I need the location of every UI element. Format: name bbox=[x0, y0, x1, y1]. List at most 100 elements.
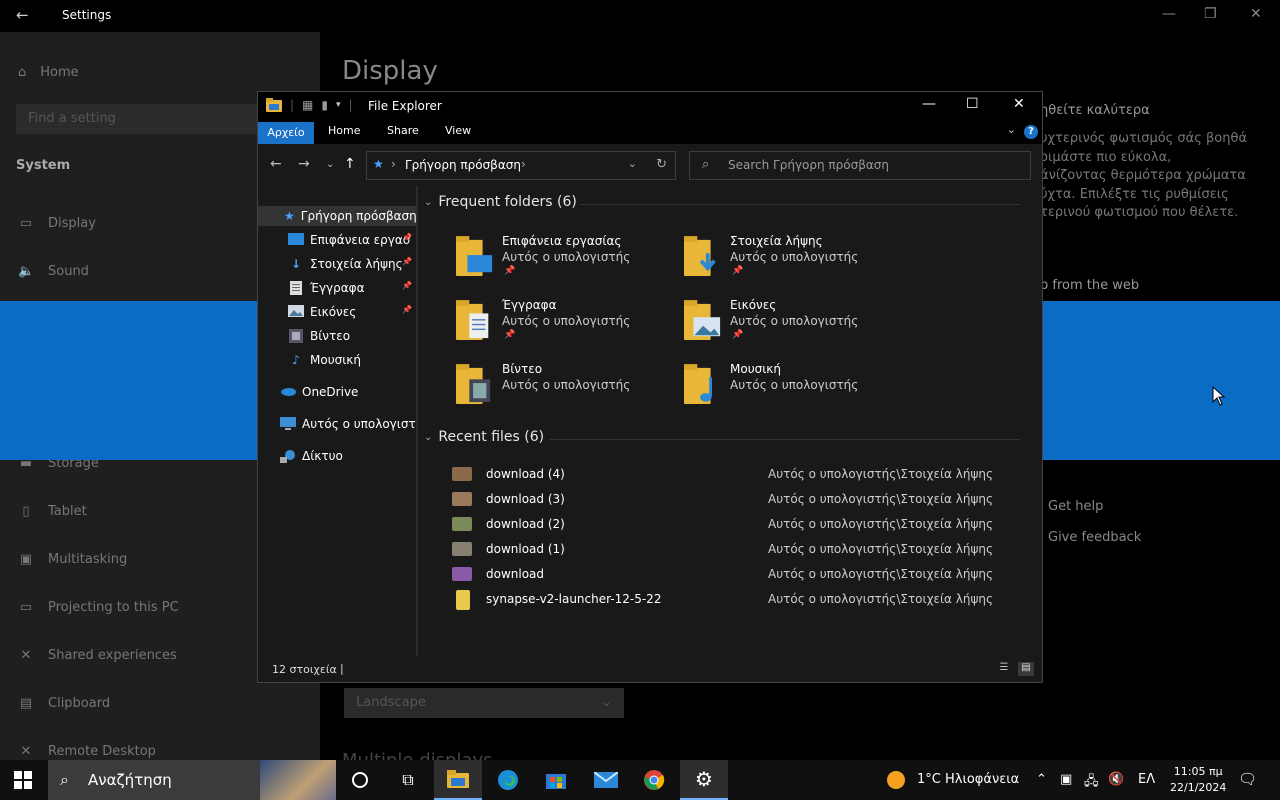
frequent-folder-tile[interactable]: Μουσική Αυτός ο υπολογιστής bbox=[684, 360, 894, 412]
search-box[interactable]: ⌕ bbox=[689, 151, 1031, 180]
file-explorer-taskbar-icon[interactable] bbox=[434, 760, 482, 800]
recent-file-row[interactable]: download (4) Αυτός ο υπολογιστής\Στοιχεία… bbox=[450, 464, 1010, 486]
settings-nav-clipboard[interactable]: ▤ Clipboard bbox=[18, 696, 110, 711]
tab-view[interactable]: View bbox=[445, 124, 471, 137]
status-separator: | bbox=[340, 662, 344, 675]
forward-arrow-icon[interactable]: → bbox=[298, 156, 310, 172]
recent-file-path: Αυτός ο υπολογιστής\Στοιχεία λήψης bbox=[768, 467, 994, 481]
navigation-pane-scrollbar[interactable] bbox=[416, 186, 418, 656]
frequent-folder-tile[interactable]: Στοιχεία λήψης Αυτός ο υπολογιστής 📌 bbox=[684, 232, 894, 284]
frequent-folder-tile[interactable]: Βίντεο Αυτός ο υπολογιστής bbox=[456, 360, 666, 412]
settings-home-link[interactable]: ⌂ Home bbox=[18, 65, 79, 80]
image-thumbnail-icon bbox=[452, 542, 472, 556]
back-arrow-icon[interactable]: ← bbox=[270, 156, 282, 172]
frequent-folder-tile[interactable]: Εικόνες Αυτός ο υπολογιστής 📌 bbox=[684, 296, 894, 348]
recent-file-row[interactable]: download (2) Αυτός ο υπολογιστής\Στοιχεία… bbox=[450, 514, 1010, 536]
nav-item-network[interactable]: Δίκτυο bbox=[258, 446, 416, 466]
taskbar-search-box[interactable]: ⌕ Αναζήτηση bbox=[48, 760, 336, 800]
nav-item-music[interactable]: ♪ Μουσική bbox=[258, 350, 416, 370]
recent-file-row[interactable]: download (1) Αυτός ο υπολογιστής\Στοιχεία… bbox=[450, 539, 1010, 561]
recent-file-row[interactable]: synapse-v2-launcher-12-5-22 Αυτός ο υπολο… bbox=[450, 589, 1010, 611]
store-icon[interactable] bbox=[532, 760, 580, 800]
ribbon-tabs: Αρχείο Home Share View ⌄ ? bbox=[258, 120, 1042, 144]
settings-nav-shared-experiences[interactable]: ✕ Shared experiences bbox=[18, 648, 177, 663]
restore-icon[interactable]: ❐ bbox=[1204, 6, 1217, 22]
meet-now-icon[interactable]: ▣ bbox=[1060, 772, 1072, 787]
breadcrumb-quick-access[interactable]: Γρήγορη πρόσβαση bbox=[405, 158, 521, 172]
refresh-icon[interactable]: ↻ bbox=[656, 157, 667, 172]
monitor-icon: ▭ bbox=[19, 216, 33, 231]
search-input[interactable] bbox=[728, 158, 1018, 172]
tab-file[interactable]: Αρχείο bbox=[258, 122, 314, 144]
cortana-icon[interactable] bbox=[336, 760, 384, 800]
tab-share[interactable]: Share bbox=[387, 124, 419, 137]
up-arrow-icon[interactable]: ↑ bbox=[344, 156, 356, 172]
settings-nav-multitasking[interactable]: ▣ Multitasking bbox=[18, 552, 127, 567]
settings-nav-tablet[interactable]: ▯ Tablet bbox=[18, 504, 86, 519]
chrome-icon[interactable] bbox=[630, 760, 678, 800]
nav-item-downloads[interactable]: ↓ Στοιχεία λήψης 📌 bbox=[258, 254, 416, 274]
nav-item-pictures[interactable]: Εικόνες 📌 bbox=[258, 302, 416, 322]
recent-file-name: synapse-v2-launcher-12-5-22 bbox=[486, 592, 662, 606]
weather-text[interactable]: 1°C Ηλιοφάνεια bbox=[917, 772, 1019, 787]
back-arrow-icon[interactable]: ← bbox=[16, 6, 29, 24]
windows-start-icon[interactable] bbox=[14, 771, 32, 789]
new-folder-icon[interactable]: ▮ bbox=[321, 98, 328, 112]
recent-locations-icon[interactable]: ⌄ bbox=[326, 159, 334, 170]
frequent-folders-header[interactable]: ⌄ Frequent folders (6) bbox=[424, 194, 577, 210]
nav-item-label: Έγγραφα bbox=[310, 281, 365, 295]
details-view-icon[interactable]: ☰ bbox=[996, 662, 1012, 676]
nav-item-desktop[interactable]: Επιφάνεια εργασ 📌 bbox=[258, 230, 416, 250]
settings-nav-label: Sound bbox=[48, 264, 89, 279]
breadcrumb-separator-icon[interactable]: › bbox=[521, 157, 526, 171]
nav-item-documents[interactable]: Έγγραφα 📌 bbox=[258, 278, 416, 298]
language-indicator[interactable]: ΕΛ bbox=[1138, 772, 1155, 787]
notifications-icon[interactable]: 🗨 bbox=[1238, 770, 1257, 788]
frequent-folder-tile[interactable]: Επιφάνεια εργασίας Αυτός ο υπολογιστής 📌 bbox=[456, 232, 666, 284]
show-hidden-icons-icon[interactable]: ⌃ bbox=[1036, 772, 1047, 787]
help-icon[interactable]: ? bbox=[1024, 125, 1038, 139]
maximize-icon[interactable]: ☐ bbox=[966, 96, 979, 112]
nav-item-onedrive[interactable]: OneDrive bbox=[258, 382, 416, 402]
mail-icon[interactable] bbox=[582, 760, 630, 800]
properties-icon[interactable]: ▦ bbox=[302, 98, 313, 112]
recent-files-header[interactable]: ⌄ Recent files (6) bbox=[424, 429, 544, 445]
network-icon[interactable]: 🖧 bbox=[1084, 772, 1099, 794]
settings-gear-icon[interactable]: ⚙ bbox=[680, 760, 728, 800]
nav-item-star[interactable]: ★ Γρήγορη πρόσβαση bbox=[258, 206, 416, 226]
pin-icon: 📌 bbox=[732, 330, 744, 340]
clock[interactable]: 11:05 πμ 22/1/2024 bbox=[1170, 764, 1226, 796]
address-bar[interactable]: ★ › Γρήγορη πρόσβαση › ⌄ ↻ bbox=[366, 151, 676, 180]
folder-location: Αυτός ο υπολογιστής bbox=[502, 314, 631, 328]
home-icon: ⌂ bbox=[18, 65, 27, 80]
customize-qat-icon[interactable]: ▾ bbox=[336, 100, 341, 110]
close-icon[interactable]: ✕ bbox=[1013, 96, 1025, 112]
minimize-icon[interactable]: — bbox=[1162, 6, 1176, 22]
volume-muted-icon[interactable]: 🔇 bbox=[1108, 772, 1124, 787]
pin-icon: 📌 bbox=[504, 266, 516, 276]
tab-home[interactable]: Home bbox=[328, 124, 360, 137]
get-help-link[interactable]: Get help bbox=[1048, 498, 1103, 517]
address-dropdown-icon[interactable]: ⌄ bbox=[628, 157, 637, 170]
close-icon[interactable]: ✕ bbox=[1250, 6, 1262, 22]
recent-file-row[interactable]: download (3) Αυτός ο υπολογιστής\Στοιχεία… bbox=[450, 489, 1010, 511]
edge-icon[interactable] bbox=[484, 760, 532, 800]
recent-file-row[interactable]: download Αυτός ο υπολογιστής\Στοιχεία λήψ… bbox=[450, 564, 1010, 586]
nav-item-videos[interactable]: Βίντεο bbox=[258, 326, 416, 346]
give-feedback-link[interactable]: Give feedback bbox=[1048, 529, 1141, 548]
settings-nav-remote-desktop[interactable]: ✕ Remote Desktop bbox=[18, 744, 156, 759]
task-view-icon[interactable]: ⧉ bbox=[384, 760, 432, 800]
settings-nav-projecting-to-this-pc[interactable]: ▭ Projecting to this PC bbox=[18, 600, 179, 615]
settings-nav-sound[interactable]: 🔈 Sound bbox=[18, 264, 89, 279]
orientation-dropdown[interactable]: Landscape ⌄ bbox=[344, 688, 624, 718]
folder-name: Επιφάνεια εργασίας bbox=[502, 234, 622, 248]
ribbon-expand-icon[interactable]: ⌄ bbox=[1007, 123, 1016, 136]
chevron-down-icon: ⌄ bbox=[601, 695, 612, 710]
folder-icon bbox=[266, 98, 282, 112]
large-icons-view-icon[interactable]: ▤ bbox=[1018, 662, 1034, 676]
settings-nav-display[interactable]: ▭ Display bbox=[18, 216, 96, 231]
weather-sun-icon[interactable] bbox=[886, 770, 906, 794]
nav-item-this-pc[interactable]: Αυτός ο υπολογιστή bbox=[258, 414, 416, 434]
frequent-folder-tile[interactable]: Έγγραφα Αυτός ο υπολογιστής 📌 bbox=[456, 296, 666, 348]
minimize-icon[interactable]: — bbox=[922, 96, 936, 112]
